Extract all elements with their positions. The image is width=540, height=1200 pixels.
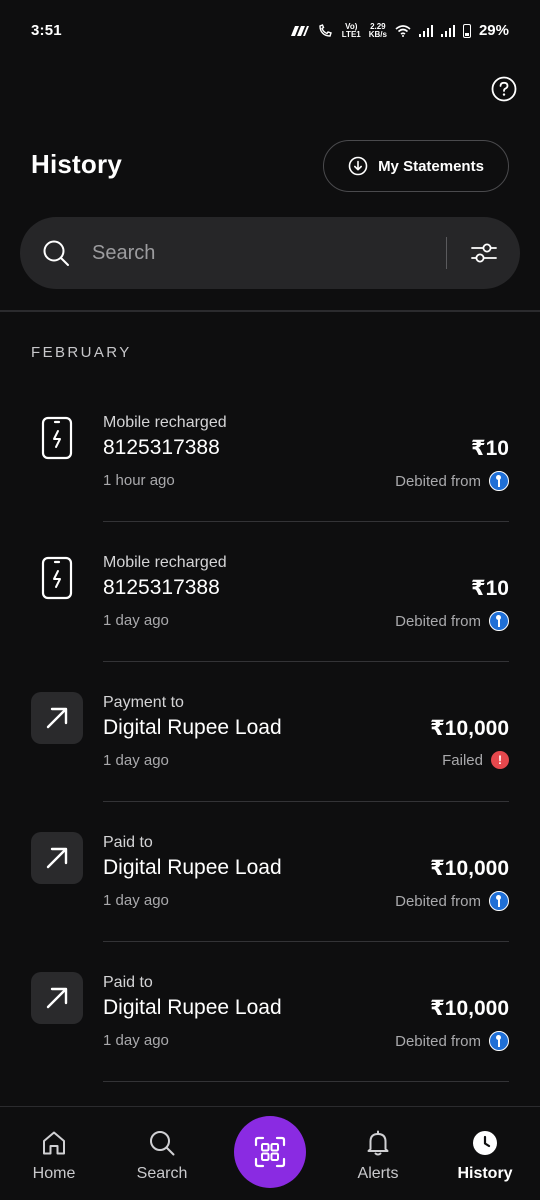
nav-search[interactable]: Search <box>112 1129 212 1183</box>
status-time: 3:51 <box>31 22 62 39</box>
transaction-status-label: Debited from <box>395 892 481 910</box>
volte-indicator: Vo) LTE1 <box>341 22 361 39</box>
nav-alerts-label: Alerts <box>357 1165 399 1182</box>
bank-icon <box>489 471 509 491</box>
transaction-status: Debited from <box>395 471 509 491</box>
transaction-name: Digital Rupee Load <box>103 856 282 879</box>
nav-history-label: History <box>457 1165 513 1182</box>
transaction-status: Failed ! <box>442 751 509 769</box>
transaction-time: 1 day ago <box>103 612 169 629</box>
transaction-amount: ₹10,000 <box>430 857 509 880</box>
lte-label: LTE1 <box>341 29 361 39</box>
signal-icon-2 <box>440 24 455 37</box>
download-circle-icon <box>348 156 368 176</box>
bank-icon <box>489 891 509 911</box>
transaction-time: 1 day ago <box>103 1032 169 1049</box>
mobile-icon <box>31 412 83 464</box>
scan-qr-button[interactable] <box>234 1116 306 1188</box>
search-icon <box>43 240 69 266</box>
transaction-list: Mobile recharged 8125317388 1 hour ago ₹… <box>0 382 540 1082</box>
transaction-time: 1 day ago <box>103 752 169 769</box>
transaction-status-label: Debited from <box>395 612 481 630</box>
bank-icon <box>489 1031 509 1051</box>
mobile-icon <box>31 552 83 604</box>
nav-home[interactable]: Home <box>4 1129 104 1183</box>
my-statements-button[interactable]: My Statements <box>323 140 509 192</box>
carrier-logo-icon <box>290 25 309 36</box>
help-icon[interactable] <box>491 76 517 102</box>
transaction-type: Paid to <box>103 974 153 991</box>
nav-search-label: Search <box>136 1165 188 1182</box>
status-indicators: Vo) LTE1 2.29 KB/s 29% <box>290 22 509 39</box>
battery-percentage: 29% <box>478 22 509 39</box>
transaction-item[interactable]: Paid to Digital Rupee Load 1 day ago ₹10… <box>0 802 540 942</box>
transaction-amount: ₹10 <box>471 437 509 460</box>
transaction-item[interactable]: Paid to Digital Rupee Load 1 day ago ₹10… <box>0 942 540 1082</box>
nav-alerts[interactable]: Alerts <box>328 1129 428 1183</box>
transaction-type: Payment to <box>103 694 184 711</box>
transaction-name: Digital Rupee Load <box>103 716 282 739</box>
search-divider <box>446 237 447 269</box>
network-speed: 2.29 KB/s <box>368 22 387 39</box>
transaction-item[interactable]: Payment to Digital Rupee Load 1 day ago … <box>0 662 540 802</box>
transaction-status-label: Debited from <box>395 1032 481 1050</box>
clock-icon <box>473 1131 497 1155</box>
arrow-up-right-icon <box>31 972 83 1024</box>
bell-icon <box>367 1130 389 1156</box>
month-section-label: FEBRUARY <box>31 344 132 361</box>
transaction-status-label: Debited from <box>395 472 481 490</box>
transaction-type: Paid to <box>103 834 153 851</box>
nav-history[interactable]: History <box>435 1129 535 1183</box>
failed-icon: ! <box>491 751 509 769</box>
home-icon <box>43 1131 65 1155</box>
transaction-name: Digital Rupee Load <box>103 996 282 1019</box>
transaction-status: Debited from <box>395 611 509 631</box>
network-speed-unit: KB/s <box>368 29 387 39</box>
transaction-type: Mobile recharged <box>103 554 227 571</box>
transaction-time: 1 day ago <box>103 892 169 909</box>
transaction-status: Debited from <box>395 891 509 911</box>
transaction-status-label: Failed <box>442 751 483 769</box>
transaction-amount: ₹10,000 <box>430 997 509 1020</box>
transaction-amount: ₹10,000 <box>430 717 509 740</box>
transaction-status: Debited from <box>395 1031 509 1051</box>
search-bar[interactable] <box>20 217 520 289</box>
transaction-divider <box>103 1081 509 1082</box>
header-divider <box>0 310 540 312</box>
status-bar: 3:51 Vo) LTE1 2.29 KB/s 29% <box>0 0 540 64</box>
transaction-name: 8125317388 <box>103 436 220 459</box>
page-title: History <box>31 149 122 179</box>
search-input[interactable] <box>92 237 432 269</box>
transaction-name: 8125317388 <box>103 576 220 599</box>
transaction-amount: ₹10 <box>471 577 509 600</box>
arrow-up-right-icon <box>31 832 83 884</box>
my-statements-label: My Statements <box>378 157 484 175</box>
battery-icon <box>462 23 471 38</box>
filter-sliders-icon[interactable] <box>470 239 498 267</box>
bottom-nav: Home Search Alerts History <box>0 1106 540 1200</box>
transaction-type: Mobile recharged <box>103 414 227 431</box>
nav-home-label: Home <box>32 1165 76 1182</box>
search-icon <box>150 1131 175 1156</box>
transaction-item[interactable]: Mobile recharged 8125317388 1 day ago ₹1… <box>0 522 540 662</box>
wifi-icon <box>395 24 411 37</box>
bank-icon <box>489 611 509 631</box>
signal-icon <box>418 24 433 37</box>
transaction-time: 1 hour ago <box>103 472 175 489</box>
arrow-up-right-icon <box>31 692 83 744</box>
call-wifi-icon <box>319 23 332 37</box>
transaction-item[interactable]: Mobile recharged 8125317388 1 hour ago ₹… <box>0 382 540 522</box>
qr-scan-icon <box>254 1136 286 1168</box>
